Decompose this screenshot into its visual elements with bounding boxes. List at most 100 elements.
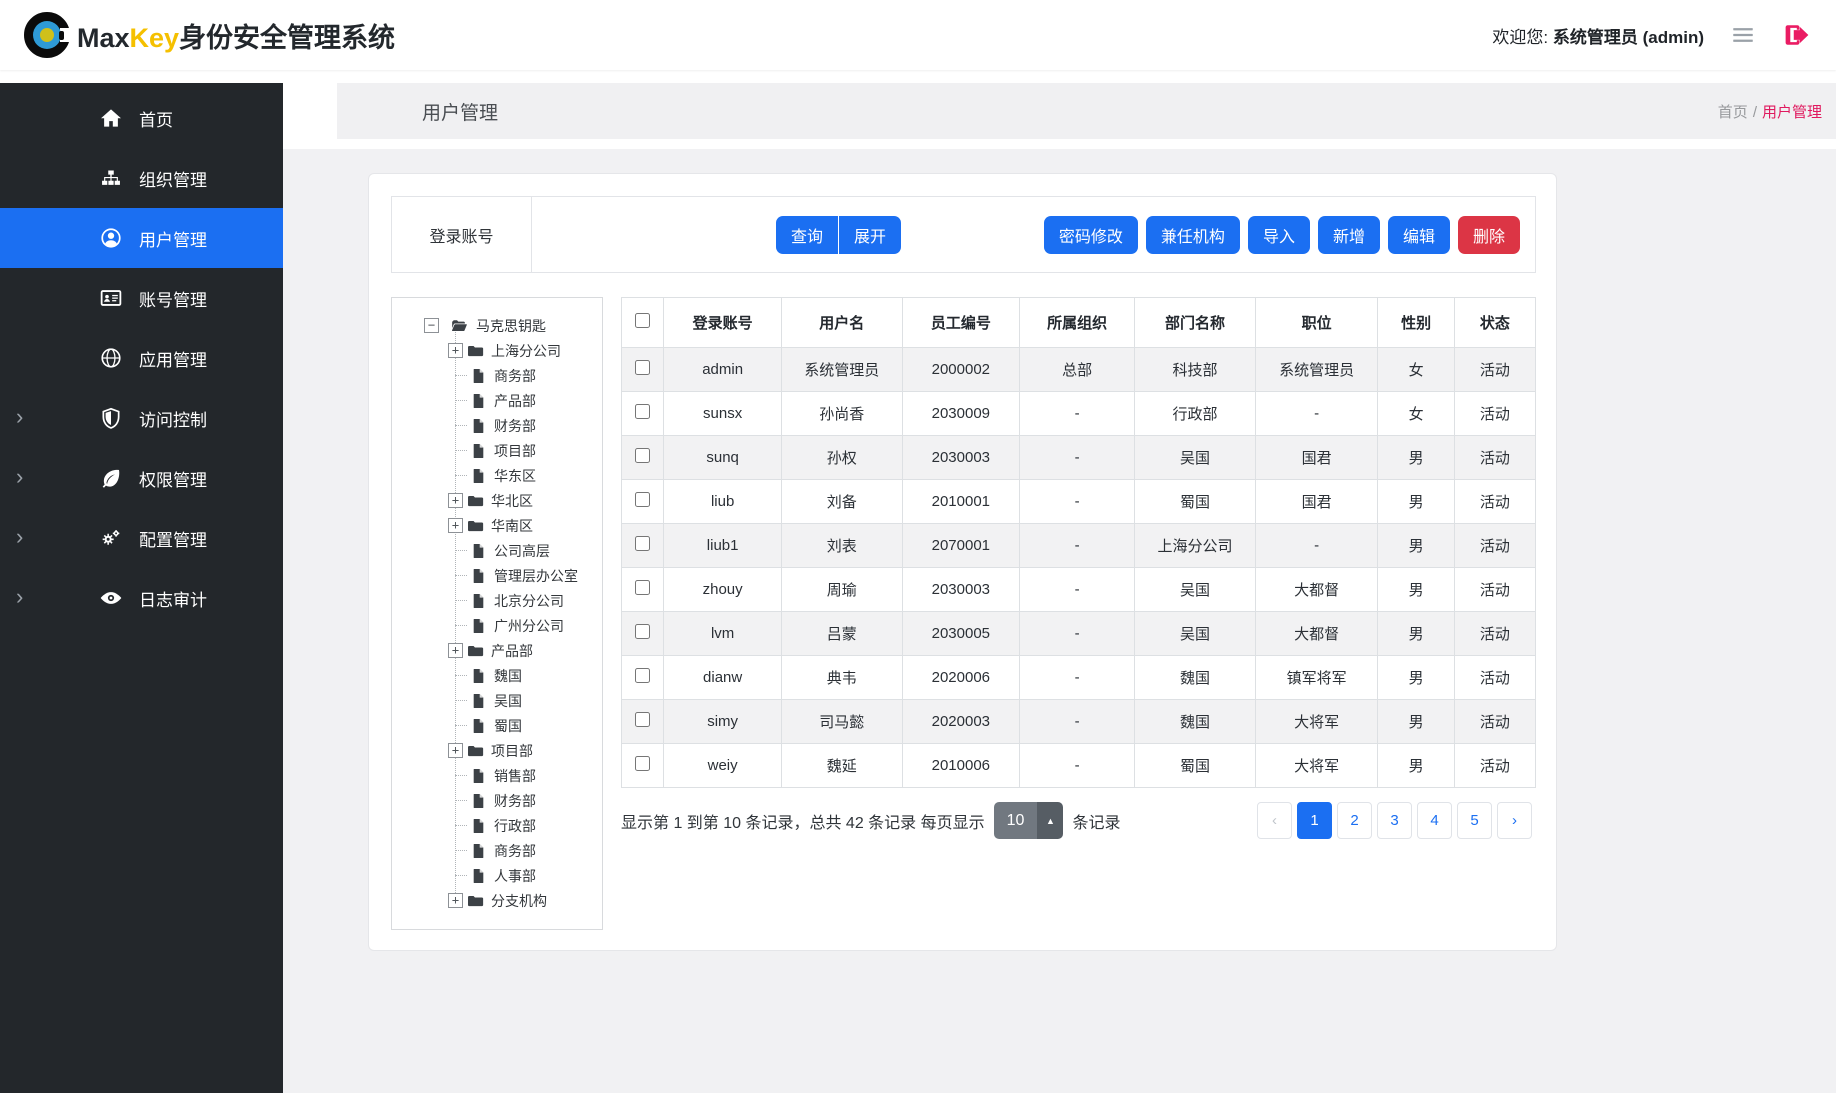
logout-icon[interactable] (1782, 20, 1812, 50)
import-button[interactable]: 导入 (1248, 216, 1310, 254)
page-button-page-4[interactable]: 4 (1417, 802, 1452, 839)
table-cell: 活动 (1454, 568, 1535, 612)
eye-icon (100, 587, 124, 609)
tree-connector (455, 725, 467, 726)
login-account-input[interactable] (536, 214, 776, 256)
row-checkbox[interactable] (635, 404, 650, 419)
tree-node-label: 魏国 (494, 666, 522, 686)
concurrent-org-button[interactable]: 兼任机构 (1146, 216, 1240, 254)
sidebar-item-home[interactable]: › 首页 (0, 88, 283, 148)
table-cell: 2010006 (902, 744, 1020, 788)
sidebar-item-audit[interactable]: › 日志审计 (0, 568, 283, 628)
column-header-4: 所属组织 (1020, 298, 1135, 348)
globe-icon (100, 347, 124, 369)
row-checkbox[interactable] (635, 580, 650, 595)
tree-node[interactable]: 华东区 (394, 463, 600, 488)
header-divider (0, 70, 1836, 83)
add-button[interactable]: 新增 (1318, 216, 1380, 254)
tree-node[interactable]: 项目部 (394, 438, 600, 463)
tree-node[interactable]: 行政部 (394, 813, 600, 838)
tree-expand-icon[interactable]: + (448, 893, 463, 908)
tree-node[interactable]: 北京分公司 (394, 588, 600, 613)
tree-node[interactable]: 广州分公司 (394, 613, 600, 638)
tree-root-node[interactable]: − 马克思钥匙 (394, 313, 600, 338)
tree-expand-icon[interactable]: + (448, 518, 463, 533)
sidebar-item-label: 访问控制 (139, 406, 207, 431)
file-icon (470, 843, 487, 859)
table-cell: 男 (1378, 700, 1454, 744)
table-row: simy司马懿2020003-魏国大将军男活动 (622, 700, 1536, 744)
tree-node-label: 蜀国 (494, 716, 522, 736)
sidebar-item-user[interactable]: › 用户管理 (0, 208, 283, 268)
tree-expand-icon[interactable]: + (448, 493, 463, 508)
tree-node[interactable]: 财务部 (394, 413, 600, 438)
page-button-page-3[interactable]: 3 (1377, 802, 1412, 839)
tree-node[interactable]: 商务部 (394, 838, 600, 863)
table-cell: - (1020, 480, 1135, 524)
table-cell: 活动 (1454, 348, 1535, 392)
table-cell: 孙权 (781, 436, 902, 480)
sidebar-item-access-control[interactable]: › 访问控制 (0, 388, 283, 448)
page-button-page-2[interactable]: 2 (1337, 802, 1372, 839)
tree-node[interactable]: +华北区 (394, 488, 600, 513)
page-button-page-1[interactable]: 1 (1297, 802, 1332, 839)
tree-node[interactable]: 财务部 (394, 788, 600, 813)
sidebar-item-organization[interactable]: › 组织管理 (0, 148, 283, 208)
delete-button[interactable]: 删除 (1458, 216, 1520, 254)
breadcrumb-current[interactable]: 用户管理 (1762, 104, 1822, 121)
tree-children: +上海分公司商务部产品部财务部项目部华东区+华北区+华南区公司高层管理层办公室北… (394, 338, 600, 913)
tree-node[interactable]: 吴国 (394, 688, 600, 713)
file-icon (470, 768, 487, 784)
select-all-checkbox[interactable] (635, 313, 650, 328)
per-page-dropdown[interactable]: 10 ▲ (994, 802, 1064, 839)
sidebar-item-permission[interactable]: › 权限管理 (0, 448, 283, 508)
tree-node[interactable]: 产品部 (394, 388, 600, 413)
tree-expand-icon[interactable]: + (448, 643, 463, 658)
row-checkbox[interactable] (635, 536, 650, 551)
tree-node[interactable]: 公司高层 (394, 538, 600, 563)
tree-node[interactable]: 商务部 (394, 363, 600, 388)
edit-button[interactable]: 编辑 (1388, 216, 1450, 254)
row-checkbox[interactable] (635, 448, 650, 463)
tree-node[interactable]: +产品部 (394, 638, 600, 663)
sidebar-item-application[interactable]: › 应用管理 (0, 328, 283, 388)
file-icon (470, 868, 487, 884)
sidebar-item-configuration[interactable]: › 配置管理 (0, 508, 283, 568)
breadcrumb-home[interactable]: 首页 (1718, 104, 1748, 121)
table-cell: - (1020, 392, 1135, 436)
tree-node[interactable]: 人事部 (394, 863, 600, 888)
tree-node[interactable]: 管理层办公室 (394, 563, 600, 588)
table-cell: 大将军 (1255, 744, 1378, 788)
sidebar-item-account[interactable]: › 账号管理 (0, 268, 283, 328)
brand-title: MaxKey身份安全管理系统 (77, 16, 395, 55)
change-password-button[interactable]: 密码修改 (1044, 216, 1138, 254)
table-row: weiy魏延2010006-蜀国大将军男活动 (622, 744, 1536, 788)
table-cell: 男 (1378, 436, 1454, 480)
brand-logo-group[interactable]: MaxKey身份安全管理系统 (24, 12, 395, 58)
tree-expand-icon[interactable]: + (448, 743, 463, 758)
expand-button[interactable]: 展开 (839, 216, 901, 254)
tree-node[interactable]: +项目部 (394, 738, 600, 763)
row-checkbox[interactable] (635, 712, 650, 727)
sidebar-menu: › 首页 › 组织管理 › 用户管理 › 账号管理 › 应用管理 › 访问控制 … (0, 83, 283, 1093)
tree-node[interactable]: 魏国 (394, 663, 600, 688)
row-checkbox[interactable] (635, 492, 650, 507)
row-checkbox[interactable] (635, 360, 650, 375)
menu-toggle-icon[interactable] (1728, 20, 1758, 50)
page-button-page-5[interactable]: 5 (1457, 802, 1492, 839)
tree-expand-icon[interactable]: + (448, 343, 463, 358)
row-checkbox[interactable] (635, 624, 650, 639)
tree-node[interactable]: +分支机构 (394, 888, 600, 913)
tree-node[interactable]: +上海分公司 (394, 338, 600, 363)
home-icon (100, 107, 124, 129)
tree-collapse-icon[interactable]: − (424, 318, 439, 333)
page-button-prev[interactable]: ‹ (1257, 802, 1292, 839)
query-button[interactable]: 查询 (776, 216, 838, 254)
row-checkbox[interactable] (635, 756, 650, 771)
row-checkbox[interactable] (635, 668, 650, 683)
page-button-next[interactable]: › (1497, 802, 1532, 839)
table-cell: 刘备 (781, 480, 902, 524)
tree-node[interactable]: 蜀国 (394, 713, 600, 738)
tree-node[interactable]: 销售部 (394, 763, 600, 788)
tree-node[interactable]: +华南区 (394, 513, 600, 538)
